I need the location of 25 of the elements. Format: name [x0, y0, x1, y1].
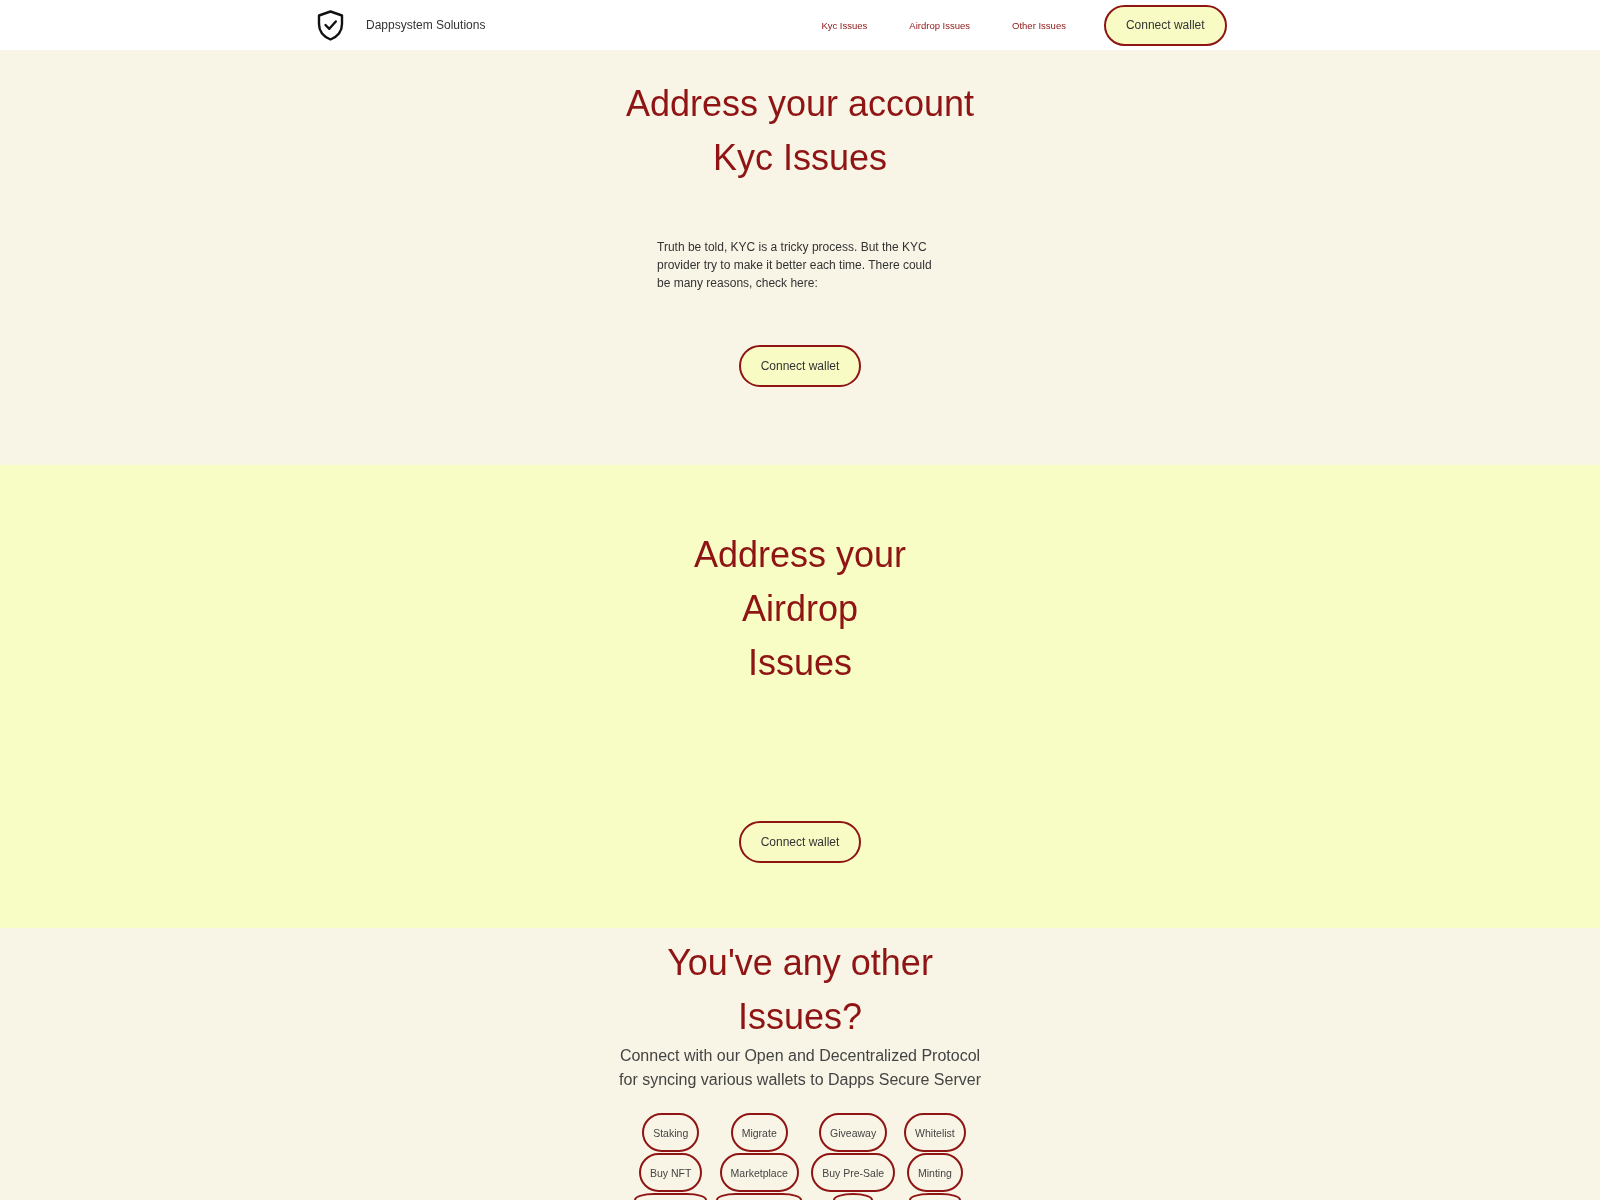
- issue-button[interactable]: Buy Pre-Sale: [811, 1153, 896, 1192]
- shield-check-icon: [317, 9, 344, 41]
- issue-button[interactable]: Minting: [907, 1153, 963, 1192]
- connect-wallet-button[interactable]: Connect wallet: [738, 345, 862, 387]
- issue-button[interactable]: [908, 1193, 961, 1200]
- issue-button[interactable]: [833, 1193, 874, 1200]
- issue-button[interactable]: Whitelist: [904, 1113, 966, 1152]
- connect-wallet-button[interactable]: Connect wallet: [1103, 4, 1227, 46]
- nav-link[interactable]: Kyc Issues: [821, 19, 868, 31]
- issue-button[interactable]: [634, 1193, 708, 1200]
- section-heading: Address your account Kyc Issues: [625, 82, 975, 180]
- issue-button[interactable]: Buy NFT: [639, 1153, 703, 1192]
- issue-button[interactable]: [716, 1193, 803, 1200]
- issue-button[interactable]: Migrate: [730, 1113, 788, 1152]
- issue-button[interactable]: Staking: [642, 1113, 700, 1152]
- subtitle: Connect with our Open and Decentralized Protocol for syncing various wallets to Dapps Secure Server: [618, 1046, 982, 1090]
- nav-link[interactable]: Airdrop Issues: [909, 19, 971, 31]
- issue-button[interactable]: Giveaway: [819, 1113, 888, 1152]
- paragraph: Truth be told, KYC is a tricky process. But the KYC provider try to make it better each time. There could be many reasons, check here:: [657, 239, 933, 292]
- issue-button[interactable]: Marketplace: [719, 1153, 799, 1192]
- brand-name: Dappsystem Solutions: [366, 18, 486, 32]
- section-heading: Address your Airdrop Issues: [693, 533, 907, 685]
- section-heading: You've any other Issues?: [667, 941, 933, 1039]
- nav-link[interactable]: Other Issues: [1012, 19, 1066, 31]
- connect-wallet-button[interactable]: Connect wallet: [738, 821, 862, 863]
